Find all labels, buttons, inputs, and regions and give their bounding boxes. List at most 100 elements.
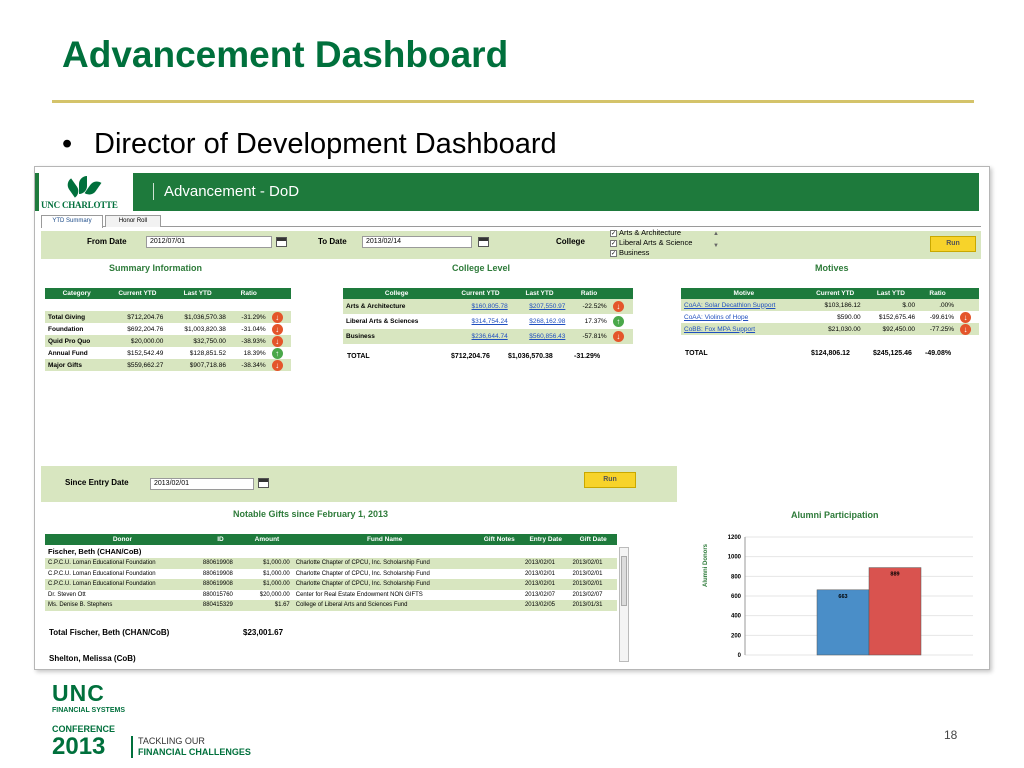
category-cell: Annual Fund bbox=[48, 349, 88, 357]
to-date-input[interactable]: 2013/02/14 bbox=[362, 236, 472, 248]
calendar-icon[interactable] bbox=[258, 478, 269, 488]
college-option[interactable]: ✓ Business bbox=[610, 248, 720, 258]
current-ytd-cell: $20,000.00 bbox=[108, 335, 167, 347]
data-label: 663 bbox=[838, 594, 847, 600]
last-ytd-cell: $92,450.00 bbox=[863, 323, 919, 335]
drilldown-link[interactable]: $268,162.98 bbox=[529, 318, 565, 325]
current-ytd-cell[interactable]: $236,644.74 bbox=[450, 329, 511, 344]
ratio-cell: .00% bbox=[918, 299, 958, 311]
motive-cell[interactable]: CoAA: Violins of Hope bbox=[681, 311, 807, 323]
last-ytd-cell[interactable]: $560,856.43 bbox=[510, 329, 569, 344]
column-header[interactable]: Gift Notes bbox=[476, 534, 522, 545]
current-ytd-cell[interactable]: $160,805.78 bbox=[450, 299, 511, 314]
column-header[interactable]: Last YTD bbox=[510, 288, 569, 299]
from-date-input[interactable]: 2012/07/01 bbox=[146, 236, 272, 248]
trend-cell: ↓ bbox=[957, 323, 979, 335]
vertical-scrollbar[interactable] bbox=[619, 547, 629, 662]
arrow-down-icon: ↓ bbox=[960, 311, 972, 323]
table-row: C.P.C.U. Loman Educational Foundation 880… bbox=[45, 558, 617, 569]
motive-cell[interactable]: CoBB: Fox MPA Support bbox=[681, 323, 807, 335]
current-ytd-cell[interactable]: $314,754.24 bbox=[450, 314, 510, 329]
college-total-current: $712,204.76 bbox=[451, 353, 490, 360]
table-row: CoBB: Fox MPA Support $21,030.00 $92,450.0… bbox=[681, 323, 979, 335]
fund-cell: Charlotte Chapter of CPCU, Inc. Scholars… bbox=[292, 579, 477, 590]
motives-table: Motive Current YTD Last YTD Ratio CoAA: … bbox=[681, 288, 979, 335]
drilldown-link[interactable]: $160,805.78 bbox=[472, 303, 508, 310]
drilldown-link[interactable]: $314,754.24 bbox=[472, 318, 508, 325]
column-header[interactable]: Gift Date bbox=[569, 534, 617, 545]
college-label: College bbox=[556, 237, 585, 246]
trend-cell: ↓ bbox=[268, 359, 291, 371]
motive-link[interactable]: CoAA: Solar Decathlon Support bbox=[684, 302, 775, 309]
scroll-arrows-icon[interactable]: ▲ ▼ bbox=[713, 231, 719, 249]
drilldown-link[interactable]: $560,856.43 bbox=[529, 333, 565, 340]
current-ytd-cell: $712,204.76 bbox=[108, 311, 167, 323]
college-multiselect[interactable]: ✓ Arts & Architecture ✓ Liberal Arts & Sci… bbox=[610, 228, 720, 261]
column-header[interactable]: College bbox=[343, 288, 451, 299]
gift-date-cell: 2013/02/01 bbox=[572, 570, 603, 577]
motives-heading: Motives bbox=[815, 263, 849, 273]
last-ytd-cell: $152,675.46 bbox=[878, 313, 916, 321]
column-header[interactable]: Ratio bbox=[568, 288, 610, 299]
donor-cell: C.P.C.U. Loman Educational Foundation bbox=[45, 579, 200, 590]
college-option[interactable]: ✓ Liberal Arts & Science bbox=[610, 238, 720, 248]
checkbox-icon[interactable]: ✓ bbox=[610, 229, 617, 237]
column-header[interactable]: Amount bbox=[241, 534, 293, 545]
entry-date-cell: 2013/02/07 bbox=[524, 591, 555, 598]
current-ytd-cell: $559,662.27 bbox=[108, 359, 167, 371]
column-header[interactable]: Fund Name bbox=[292, 534, 477, 545]
last-ytd-cell: $907,718.86 bbox=[166, 359, 229, 371]
ratio-cell: 17.37% bbox=[584, 318, 607, 325]
donor-group-name: Fischer, Beth (CHAN/CoB) bbox=[48, 547, 142, 556]
calendar-icon[interactable] bbox=[276, 237, 287, 247]
run-button[interactable]: Run bbox=[584, 472, 636, 488]
summary-heading: Summary Information bbox=[109, 263, 203, 273]
table-row: Dr. Steven Ott 880015760 $20,000.00 Center … bbox=[45, 590, 617, 601]
last-ytd-cell: $.00 bbox=[863, 299, 919, 311]
since-entry-label: Since Entry Date bbox=[65, 478, 129, 487]
y-tick-label: 200 bbox=[731, 633, 742, 639]
gift-date-cell: 2013/02/01 bbox=[569, 558, 617, 569]
unc-charlotte-logo: UNC CHARLOTTE bbox=[39, 173, 133, 211]
entry-date-cell: 2013/02/01 bbox=[521, 558, 570, 569]
column-header[interactable]: Donor bbox=[45, 534, 200, 545]
donor-cell: Dr. Steven Ott bbox=[48, 591, 86, 598]
column-header[interactable]: Current YTD bbox=[108, 288, 167, 299]
motive-link[interactable]: CoAA: Violins of Hope bbox=[684, 314, 748, 321]
column-header[interactable]: ID bbox=[199, 534, 242, 545]
y-tick-label: 1200 bbox=[728, 535, 742, 541]
checkbox-icon[interactable]: ✓ bbox=[610, 249, 617, 257]
last-ytd-cell[interactable]: $207,550.97 bbox=[510, 299, 569, 314]
ratio-cell: -31.29% bbox=[228, 311, 269, 323]
table-row: Major Gifts $559,662.27 $907,718.86 -38.34%… bbox=[45, 359, 291, 371]
column-header[interactable]: Last YTD bbox=[863, 288, 919, 299]
page-number: 18 bbox=[944, 728, 958, 742]
drilldown-link[interactable]: $207,550.97 bbox=[529, 303, 565, 310]
column-header[interactable]: Category bbox=[45, 288, 109, 299]
motive-cell[interactable]: CoAA: Solar Decathlon Support bbox=[681, 299, 807, 311]
last-ytd-cell[interactable]: $268,162.98 bbox=[511, 314, 569, 329]
drilldown-link[interactable]: $236,644.74 bbox=[472, 333, 508, 340]
tab-honor-roll[interactable]: Honor Roll bbox=[105, 215, 161, 227]
ratio-cell: -22.52% bbox=[568, 299, 610, 314]
id-cell: 880015760 bbox=[202, 591, 233, 598]
column-header[interactable]: Entry Date bbox=[521, 534, 570, 545]
column-header[interactable]: Current YTD bbox=[450, 288, 511, 299]
column-header[interactable]: Ratio bbox=[228, 288, 269, 299]
tab-ytd-summary[interactable]: YTD Summary bbox=[41, 215, 103, 228]
since-entry-input[interactable]: 2013/02/01 bbox=[150, 478, 254, 490]
column-header[interactable]: Last YTD bbox=[166, 288, 229, 299]
column-header[interactable]: Ratio bbox=[918, 288, 958, 299]
column-header[interactable]: Motive bbox=[681, 288, 807, 299]
college-option[interactable]: ✓ Arts & Architecture bbox=[610, 228, 720, 238]
table-row: C.P.C.U. Loman Educational Foundation 880… bbox=[45, 569, 617, 580]
scrollbar-thumb[interactable] bbox=[621, 556, 627, 606]
ratio-cell: -99.61% bbox=[929, 313, 955, 321]
checkbox-icon[interactable]: ✓ bbox=[610, 239, 617, 247]
run-button[interactable]: Run bbox=[930, 236, 976, 252]
calendar-icon[interactable] bbox=[478, 237, 489, 247]
title-divider bbox=[52, 100, 974, 103]
motive-link[interactable]: CoBB: Fox MPA Support bbox=[684, 326, 755, 333]
conference-logo: UNC FINANCIAL SYSTEMS CONFERENCE 2013 TA… bbox=[52, 680, 251, 760]
column-header[interactable]: Current YTD bbox=[806, 288, 864, 299]
